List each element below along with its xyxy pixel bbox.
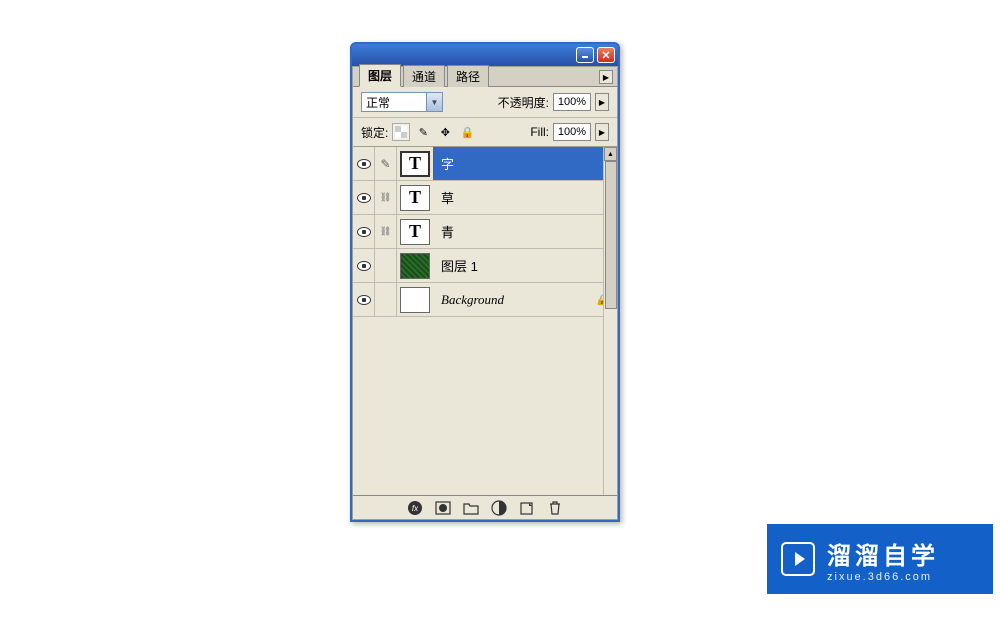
layer-name[interactable]: 图层 1 [433, 249, 617, 282]
visibility-toggle[interactable] [353, 283, 375, 316]
lock-fill-row: 锁定: ✎ ✥ 🔒 Fill: 100% ▶ [353, 118, 617, 146]
layer-row[interactable]: T 青 [353, 215, 617, 249]
lock-image-button[interactable]: ✎ [414, 123, 432, 141]
lock-label: 锁定: [361, 124, 388, 141]
layer-thumbnail-cell [397, 249, 433, 282]
layer-thumbnail-cell: T [397, 147, 433, 180]
layer-name[interactable]: 草 [433, 181, 617, 214]
svg-text:fx: fx [412, 504, 419, 513]
layer-row[interactable]: Background 🔒 [353, 283, 617, 317]
eye-icon [357, 295, 371, 305]
layer-name-text: Background [441, 292, 504, 308]
titlebar [352, 44, 618, 66]
eye-icon [357, 193, 371, 203]
opacity-label: 不透明度: [498, 94, 549, 111]
adjustment-icon [491, 500, 507, 516]
brand-title: 溜溜自学 [827, 536, 939, 571]
layer-thumbnail-cell: T [397, 215, 433, 248]
tab-paths[interactable]: 路径 [447, 65, 489, 87]
brand-text: 溜溜自学 zixue.3d66.com [827, 536, 939, 583]
layers-panel-window: 图层 通道 路径 ▶ 正常 ▼ 不透明度: 100% ▶ 锁定: ✎ [350, 42, 620, 522]
blend-opacity-row: 正常 ▼ 不透明度: 100% ▶ [353, 87, 617, 118]
panel-menu-button[interactable]: ▶ [599, 70, 613, 84]
visibility-toggle[interactable] [353, 249, 375, 282]
blend-mode-value: 正常 [366, 94, 390, 111]
eye-icon [357, 159, 371, 169]
layer-name[interactable]: 青 [433, 215, 617, 248]
layer-row[interactable]: T 草 [353, 181, 617, 215]
fill-input[interactable]: 100% [553, 123, 591, 141]
new-group-button[interactable] [462, 499, 480, 517]
layer-name[interactable]: 字 [433, 147, 617, 180]
tabs-row: 图层 通道 路径 ▶ [353, 67, 617, 87]
checker-icon [395, 126, 407, 138]
brand-badge: 溜溜自学 zixue.3d66.com [767, 524, 993, 594]
fx-icon: fx [407, 500, 423, 516]
layer-list: T 字 T 草 T 青 [353, 146, 617, 495]
trash-icon [548, 500, 562, 516]
link-icon [380, 192, 391, 203]
image-layer-thumbnail[interactable] [400, 253, 430, 279]
folder-icon [463, 501, 479, 515]
lock-transparent-button[interactable] [392, 123, 410, 141]
layer-name[interactable]: Background 🔒 [433, 283, 617, 316]
fill-label: Fill: [530, 125, 549, 139]
opacity-input[interactable]: 100% [553, 93, 591, 111]
brand-url: zixue.3d66.com [827, 571, 939, 583]
mask-icon [435, 501, 451, 515]
layer-row[interactable]: T 字 [353, 147, 617, 181]
text-layer-thumbnail[interactable]: T [400, 185, 430, 211]
visibility-toggle[interactable] [353, 147, 375, 180]
brush-icon: ✎ [419, 126, 428, 139]
link-indicator[interactable] [375, 215, 397, 248]
text-layer-thumbnail[interactable]: T [400, 219, 430, 245]
blend-dropdown-arrow-icon: ▼ [426, 93, 442, 111]
scroll-thumb[interactable] [605, 161, 617, 309]
layer-style-button[interactable]: fx [406, 499, 424, 517]
close-button[interactable] [597, 47, 615, 63]
fill-slider-button[interactable]: ▶ [595, 123, 609, 141]
lock-all-button[interactable]: 🔒 [458, 123, 476, 141]
link-indicator[interactable] [375, 249, 397, 282]
link-icon [380, 226, 391, 237]
bottom-toolbar: fx [353, 495, 617, 519]
edit-indicator[interactable] [375, 147, 397, 180]
scroll-up-button[interactable]: ▲ [604, 147, 617, 161]
delete-layer-button[interactable] [546, 499, 564, 517]
new-icon [519, 501, 535, 515]
text-layer-thumbnail[interactable]: T [400, 151, 430, 177]
link-indicator[interactable] [375, 181, 397, 214]
minimize-button[interactable] [576, 47, 594, 63]
brand-logo-icon [781, 542, 815, 576]
move-icon: ✥ [441, 126, 450, 139]
tab-channels[interactable]: 通道 [403, 65, 445, 87]
eye-icon [357, 261, 371, 271]
layer-thumbnail-cell: T [397, 181, 433, 214]
link-indicator[interactable] [375, 283, 397, 316]
new-layer-button[interactable] [518, 499, 536, 517]
layer-mask-button[interactable] [434, 499, 452, 517]
adjustment-layer-button[interactable] [490, 499, 508, 517]
scrollbar[interactable]: ▲ [603, 147, 617, 495]
layer-row[interactable]: 图层 1 [353, 249, 617, 283]
layer-thumbnail-cell [397, 283, 433, 316]
eye-icon [357, 227, 371, 237]
blend-mode-select[interactable]: 正常 ▼ [361, 92, 443, 112]
brush-icon [380, 157, 390, 171]
lock-icon: 🔒 [460, 126, 474, 139]
panel-body: 图层 通道 路径 ▶ 正常 ▼ 不透明度: 100% ▶ 锁定: ✎ [352, 66, 618, 520]
visibility-toggle[interactable] [353, 215, 375, 248]
background-thumbnail[interactable] [400, 287, 430, 313]
tab-layers[interactable]: 图层 [359, 64, 401, 87]
lock-position-button[interactable]: ✥ [436, 123, 454, 141]
opacity-slider-button[interactable]: ▶ [595, 93, 609, 111]
visibility-toggle[interactable] [353, 181, 375, 214]
